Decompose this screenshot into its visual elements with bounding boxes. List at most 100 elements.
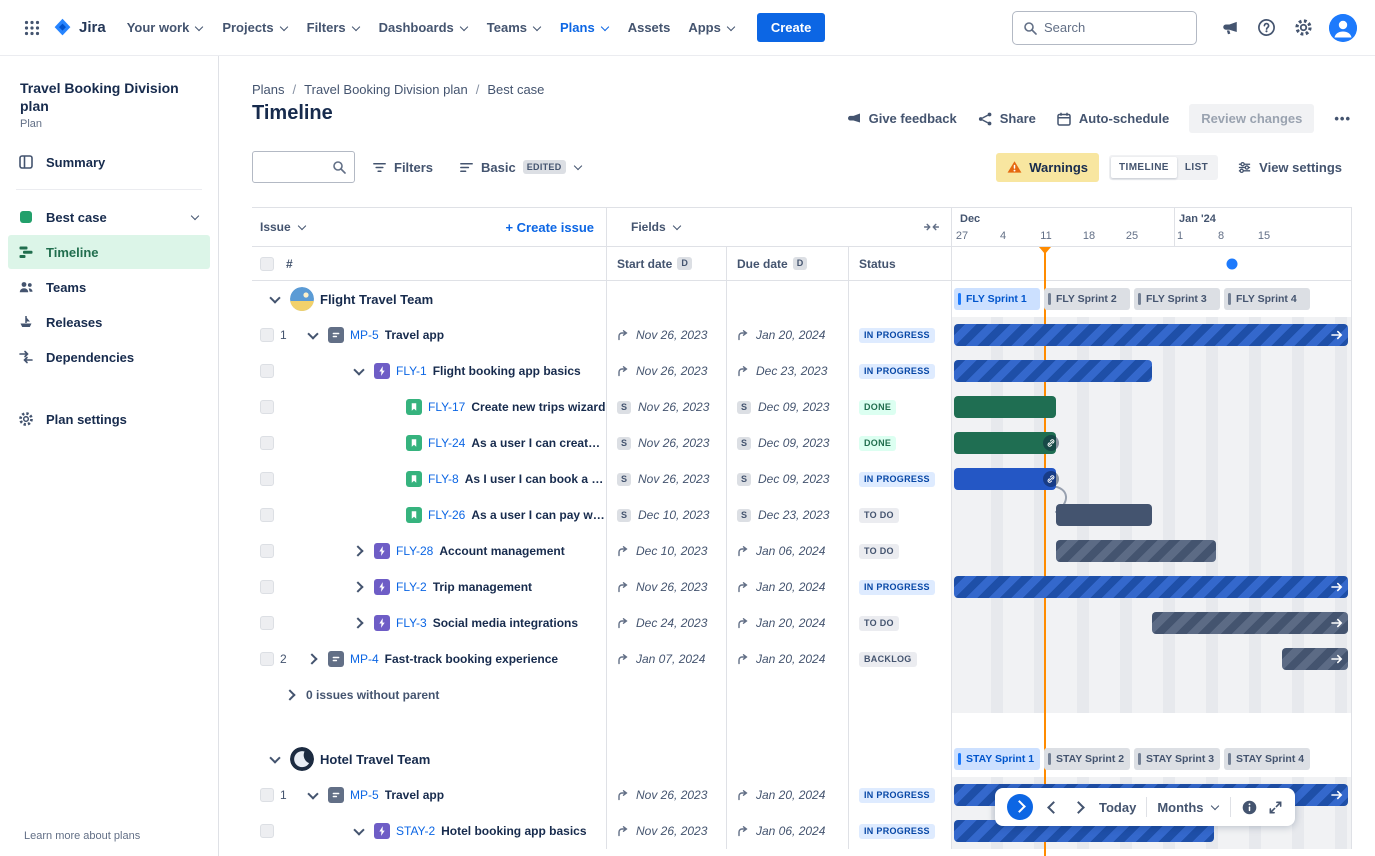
timeline-bar[interactable] bbox=[1056, 540, 1216, 562]
nav-your-work[interactable]: Your work bbox=[118, 12, 214, 43]
nav-projects[interactable]: Projects bbox=[213, 12, 297, 43]
status-badge[interactable]: TO DO bbox=[859, 616, 899, 631]
status-badge[interactable]: IN PROGRESS bbox=[859, 328, 935, 343]
dependency-link-icon[interactable] bbox=[1043, 471, 1059, 487]
sprint-chip[interactable]: STAY Sprint 1 bbox=[954, 748, 1040, 770]
expand-twisty[interactable] bbox=[350, 542, 368, 560]
today-button[interactable]: Today bbox=[1099, 800, 1136, 815]
timeline-bar[interactable] bbox=[954, 396, 1056, 418]
issue-key-link[interactable]: FLY-8 bbox=[428, 472, 459, 486]
sprint-chip[interactable]: FLY Sprint 4 bbox=[1224, 288, 1310, 310]
row-checkbox[interactable] bbox=[260, 400, 274, 414]
scenario-selector[interactable]: Best case bbox=[8, 200, 210, 234]
timeline-bar[interactable] bbox=[954, 360, 1152, 382]
sprint-chip[interactable]: STAY Sprint 2 bbox=[1044, 748, 1130, 770]
issue-key-link[interactable]: FLY-26 bbox=[428, 508, 465, 522]
nav-assets[interactable]: Assets bbox=[619, 12, 680, 43]
global-search[interactable] bbox=[1012, 11, 1197, 45]
row-checkbox[interactable] bbox=[260, 824, 274, 838]
row-checkbox[interactable] bbox=[260, 472, 274, 486]
auto-schedule-button[interactable]: Auto-schedule bbox=[1056, 111, 1169, 127]
sprint-chip[interactable]: STAY Sprint 3 bbox=[1134, 748, 1220, 770]
user-avatar[interactable] bbox=[1329, 14, 1357, 42]
expand-twisty[interactable] bbox=[304, 650, 322, 668]
collapse-team-twisty[interactable] bbox=[266, 290, 284, 308]
sidebar-item-releases[interactable]: Releases bbox=[8, 305, 210, 339]
dependency-link-icon[interactable] bbox=[1043, 435, 1059, 451]
nav-dashboards[interactable]: Dashboards bbox=[370, 12, 478, 43]
filters-button[interactable]: Filters bbox=[363, 153, 442, 182]
issue-key-link[interactable]: MP-4 bbox=[350, 652, 379, 666]
timeline-bar[interactable] bbox=[1152, 612, 1348, 634]
expand-twisty[interactable] bbox=[350, 578, 368, 596]
breadcrumb-plans[interactable]: Plans bbox=[252, 82, 300, 97]
sprint-chip[interactable]: STAY Sprint 4 bbox=[1224, 748, 1310, 770]
sprint-chip[interactable]: FLY Sprint 2 bbox=[1044, 288, 1130, 310]
create-issue-button[interactable]: + Create issue bbox=[505, 220, 594, 235]
expand-twisty[interactable] bbox=[350, 822, 368, 840]
search-input[interactable] bbox=[1044, 20, 1220, 35]
status-badge[interactable]: TO DO bbox=[859, 508, 899, 523]
timeline-bar[interactable] bbox=[954, 432, 1056, 454]
expand-twisty[interactable] bbox=[304, 786, 322, 804]
issue-key-link[interactable]: FLY-17 bbox=[428, 400, 465, 414]
scroll-right-button[interactable] bbox=[1071, 798, 1089, 816]
expand-twisty[interactable] bbox=[350, 362, 368, 380]
sidebar-item-plan-settings[interactable]: Plan settings bbox=[8, 402, 210, 436]
timeline-search-input[interactable] bbox=[261, 160, 332, 175]
create-button[interactable]: Create bbox=[757, 13, 825, 42]
timeline-search[interactable] bbox=[252, 151, 355, 183]
sidebar-item-timeline[interactable]: Timeline bbox=[8, 235, 210, 269]
status-badge[interactable]: DONE bbox=[859, 436, 896, 451]
review-changes-button[interactable]: Review changes bbox=[1189, 104, 1314, 133]
row-checkbox[interactable] bbox=[260, 436, 274, 450]
status-badge[interactable]: IN PROGRESS bbox=[859, 580, 935, 595]
row-checkbox[interactable] bbox=[260, 616, 274, 630]
issue-key-link[interactable]: FLY-2 bbox=[396, 580, 427, 594]
status-badge[interactable]: TO DO bbox=[859, 544, 899, 559]
row-checkbox[interactable] bbox=[260, 508, 274, 522]
sidebar-item-dependencies[interactable]: Dependencies bbox=[8, 340, 210, 374]
status-badge[interactable]: IN PROGRESS bbox=[859, 824, 935, 839]
expand-panel-button[interactable] bbox=[1007, 794, 1033, 820]
status-badge[interactable]: IN PROGRESS bbox=[859, 472, 935, 487]
give-feedback-button[interactable]: Give feedback bbox=[846, 111, 957, 127]
view-selector-button[interactable]: Basic EDITED bbox=[450, 153, 592, 182]
breadcrumb-scenario[interactable]: Best case bbox=[487, 82, 544, 97]
sprint-chip[interactable]: FLY Sprint 3 bbox=[1134, 288, 1220, 310]
nav-plans[interactable]: Plans bbox=[551, 12, 619, 43]
row-checkbox[interactable] bbox=[260, 788, 274, 802]
info-button[interactable] bbox=[1241, 799, 1258, 816]
timeline-bar[interactable] bbox=[954, 468, 1056, 490]
issue-key-link[interactable]: MP-5 bbox=[350, 788, 379, 802]
notifications-icon[interactable] bbox=[1215, 13, 1245, 43]
view-settings-button[interactable]: View settings bbox=[1228, 153, 1351, 182]
issue-key-link[interactable]: FLY-3 bbox=[396, 616, 427, 630]
expand-twisty[interactable] bbox=[350, 614, 368, 632]
nav-filters[interactable]: Filters bbox=[298, 12, 370, 43]
status-badge[interactable]: IN PROGRESS bbox=[859, 364, 935, 379]
learn-more-link[interactable]: Learn more about plans bbox=[24, 830, 140, 842]
nav-apps[interactable]: Apps bbox=[679, 12, 745, 43]
timeline-bar[interactable] bbox=[954, 324, 1348, 346]
row-checkbox[interactable] bbox=[260, 652, 274, 666]
collapse-team-twisty[interactable] bbox=[266, 750, 284, 768]
fields-column-header[interactable]: Fields bbox=[631, 220, 682, 234]
status-badge[interactable]: DONE bbox=[859, 400, 896, 415]
issue-key-link[interactable]: STAY-2 bbox=[396, 824, 435, 838]
settings-gear-icon[interactable] bbox=[1288, 12, 1319, 43]
collapse-fields-icon[interactable] bbox=[924, 221, 939, 233]
row-checkbox[interactable] bbox=[260, 544, 274, 558]
help-icon[interactable] bbox=[1251, 12, 1282, 43]
segment-timeline[interactable]: TIMELINE bbox=[1111, 157, 1177, 178]
timeline-bar[interactable] bbox=[1056, 504, 1152, 526]
timeline-bar[interactable] bbox=[1282, 648, 1348, 670]
expand-twisty[interactable] bbox=[304, 326, 322, 344]
nav-teams[interactable]: Teams bbox=[478, 12, 551, 43]
app-switcher-icon[interactable] bbox=[18, 14, 46, 42]
range-select[interactable]: Months bbox=[1157, 800, 1219, 815]
segment-list[interactable]: LIST bbox=[1177, 157, 1216, 178]
share-button[interactable]: Share bbox=[977, 111, 1036, 127]
status-badge[interactable]: BACKLOG bbox=[859, 652, 917, 667]
issue-key-link[interactable]: FLY-1 bbox=[396, 364, 427, 378]
